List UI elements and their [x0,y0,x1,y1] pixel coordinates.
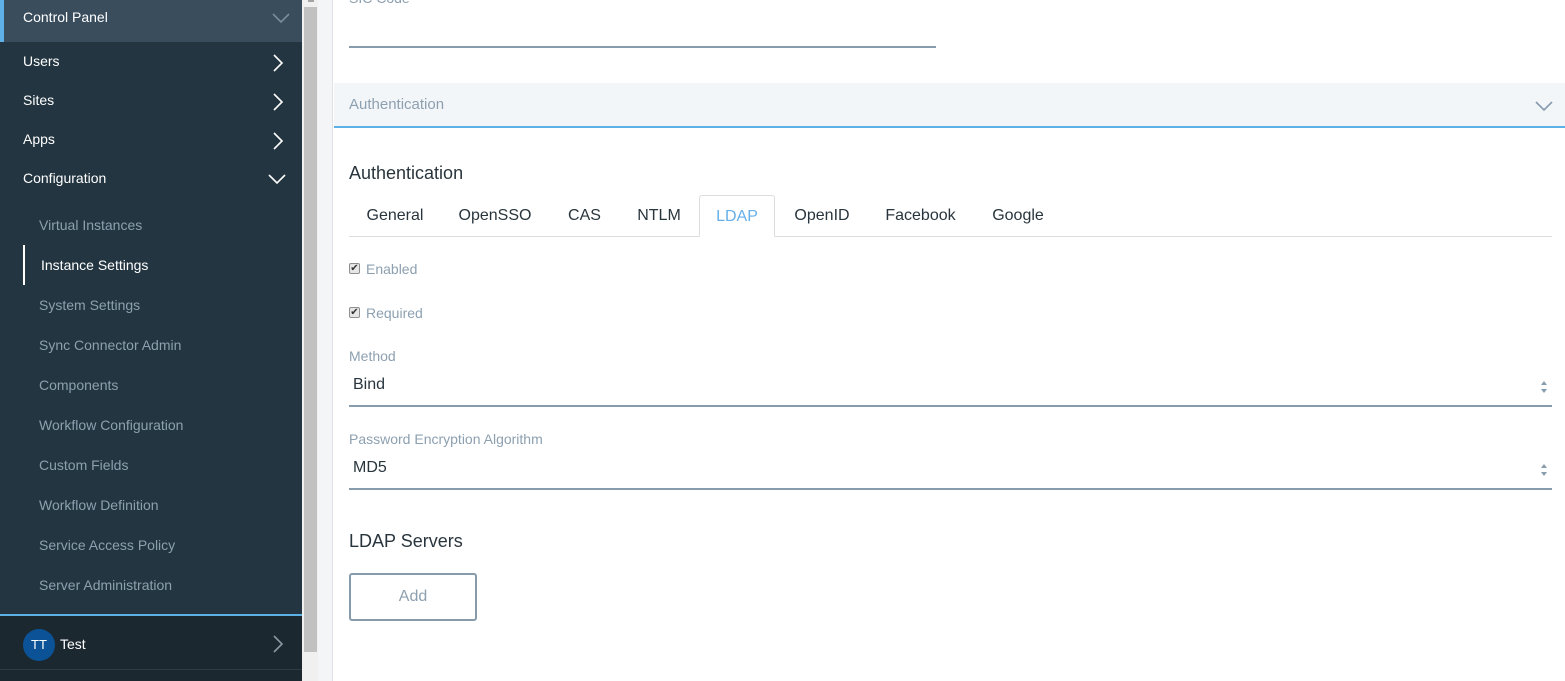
checkbox-label: Required [366,305,423,321]
add-ldap-server-button[interactable]: Add [349,573,477,621]
sidebar-subitem-label: Virtual Instances [39,217,143,233]
sidebar-item-label: Sites [23,92,55,108]
tab-general[interactable]: General [349,195,441,237]
sidebar-item-label: Configuration [23,170,107,186]
sidebar-subitem-label: Server Administration [39,577,173,593]
tab-cas[interactable]: CAS [549,195,620,237]
divider [0,669,302,670]
text-input-underline[interactable] [349,46,936,48]
select-arrows-icon [1540,380,1548,394]
chevron-down-icon [1535,100,1553,112]
sidebar-subitem-virtual-instances[interactable]: Virtual Instances [0,205,302,245]
sidebar-subitem-components[interactable]: Components [0,365,302,405]
sidebar-scrollbar[interactable] [302,0,318,681]
tab-ntlm[interactable]: NTLM [620,195,698,237]
control-panel-label: Control Panel [23,9,108,25]
sidebar-subitem-sync-connector-admin[interactable]: Sync Connector Admin [0,325,302,365]
sidebar-item-label: Users [23,53,60,69]
tab-google[interactable]: Google [972,195,1064,237]
field-label: SIC Code [349,0,410,6]
sidebar-subitem-label: Sync Connector Admin [39,337,182,353]
content-gutter [318,0,333,681]
select-arrows-icon [1540,463,1548,477]
sidebar-subitem-custom-fields[interactable]: Custom Fields [0,445,302,485]
auth-tabs: General OpenSSO CAS NTLM LDAP OpenID Fac… [349,195,1552,237]
user-area: TT Test [0,614,302,681]
section-title: Authentication [349,163,464,183]
chevron-right-icon [272,93,284,111]
method-select[interactable]: Bind [349,367,1552,407]
user-menu[interactable]: TT Test [0,616,302,671]
sidebar-item-configuration[interactable]: Configuration [0,159,302,198]
select-value: MD5 [353,459,387,476]
sidebar-item-sites[interactable]: Sites [0,81,302,120]
sidebar-subitem-label: Instance Settings [41,257,149,273]
sidebar-item-label: Apps [23,131,55,147]
sidebar-subitem-label: System Settings [39,297,141,313]
password-encryption-label: Password Encryption Algorithm [349,431,543,447]
sidebar-subitem-label: Custom Fields [39,457,129,473]
tab-facebook[interactable]: Facebook [869,195,972,237]
sidebar-item-apps[interactable]: Apps [0,120,302,159]
sidebar-subitem-label: Service Access Policy [39,537,176,553]
tab-openid[interactable]: OpenID [775,195,869,237]
sidebar-subitem-system-settings[interactable]: System Settings [0,285,302,325]
sidebar-subitem-service-access-policy[interactable]: Service Access Policy [0,525,302,565]
sidebar-item-users[interactable]: Users [0,42,302,81]
checkbox-label: Enabled [366,261,418,277]
active-indicator [23,245,25,285]
chevron-right-icon [272,54,284,72]
select-value: Bind [353,376,386,393]
ldap-servers-title: LDAP Servers [349,531,463,551]
method-label: Method [349,348,396,364]
sidebar-subitem-server-administration[interactable]: Server Administration [0,565,302,605]
user-name: Test [60,636,86,652]
tab-opensso[interactable]: OpenSSO [441,195,549,237]
chevron-right-icon [272,132,284,150]
chevron-down-icon [272,12,290,24]
tab-ldap[interactable]: LDAP [699,195,775,237]
control-panel-header[interactable]: Control Panel [0,0,302,42]
checkmark-icon[interactable]: ✔ [349,307,360,318]
sidebar-subitem-instance-settings[interactable]: Instance Settings [0,245,302,285]
scrollbar-thumb[interactable] [304,7,317,652]
sidebar-subitem-workflow-configuration[interactable]: Workflow Configuration [0,405,302,445]
main-content: SIC Code Authentication Authentication G… [334,0,1565,681]
password-encryption-select[interactable]: MD5 [349,450,1552,490]
authentication-panel-header[interactable]: Authentication [334,83,1565,128]
chevron-down-icon [268,173,286,185]
checkmark-icon[interactable]: ✔ [349,263,360,274]
sidebar-subitem-label: Workflow Configuration [39,417,184,433]
sidebar-subitem-workflow-definition[interactable]: Workflow Definition [0,485,302,525]
chevron-right-icon [272,635,284,653]
panel-header-label: Authentication [349,96,445,113]
sidebar-subitem-label: Components [39,377,119,393]
sidebar: Control Panel Users Sites Apps Configura… [0,0,302,681]
scroll-up-arrow-icon[interactable] [308,0,314,2]
avatar: TT [23,629,55,661]
sidebar-subitem-label: Workflow Definition [39,497,159,513]
